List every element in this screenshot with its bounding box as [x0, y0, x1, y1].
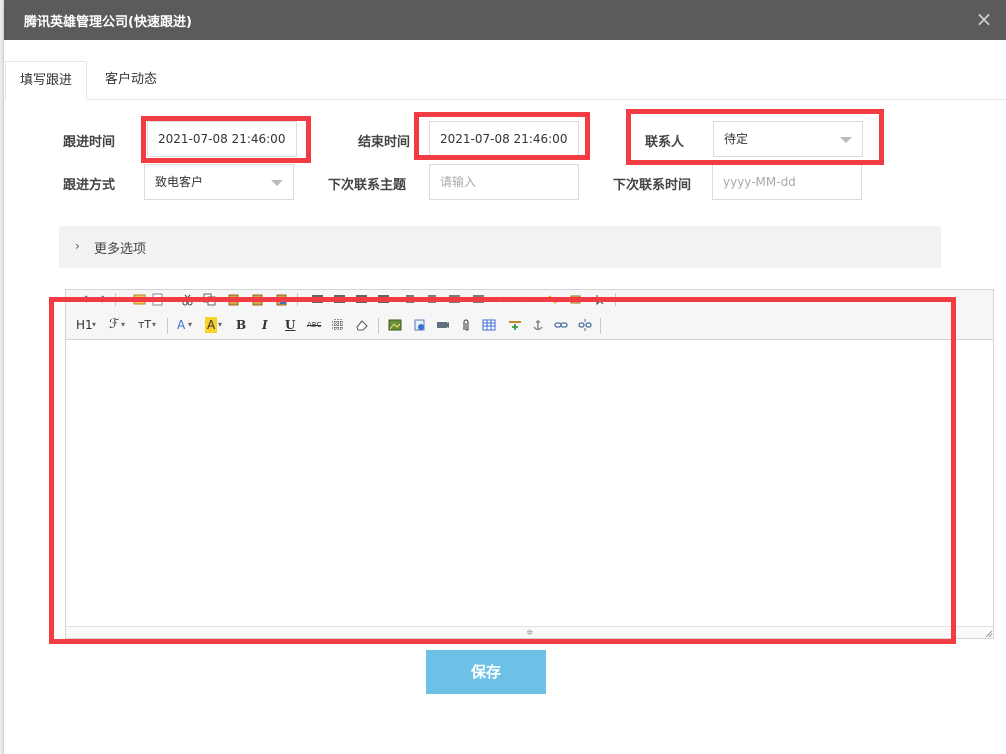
page: 腾讯英雄管理公司(快速跟进) × 填写跟进 客户动态 跟进时间 2021-07-…	[0, 0, 1006, 754]
follow-time-label: 跟进时间	[63, 135, 116, 150]
attachment-icon[interactable]	[459, 318, 473, 332]
unordered-list-icon[interactable]	[424, 293, 437, 306]
table-grid-icon[interactable]	[331, 318, 345, 332]
horizontal-rule-icon[interactable]	[508, 318, 522, 332]
contact-label: 联系人	[645, 135, 685, 150]
undo-icon[interactable]	[80, 293, 93, 306]
cut-icon[interactable]	[181, 293, 194, 306]
save-button[interactable]: 保存	[426, 650, 546, 694]
font-color-button[interactable]: A	[177, 317, 185, 333]
rich-text-editor: H1 ▾ ℱ ▾ ᴛT ▾ A ▾ A ▾ B I U ABC ≑	[65, 289, 994, 639]
source-icon[interactable]	[133, 293, 146, 306]
dialog-titlebar: 腾讯英雄管理公司(快速跟进) ×	[4, 0, 1006, 40]
redo-icon[interactable]	[96, 293, 109, 306]
more-options-bar[interactable]: › 更多选项	[59, 226, 941, 268]
insert-image-icon[interactable]	[388, 318, 402, 332]
format-painter-icon[interactable]	[546, 293, 559, 306]
outdent-icon[interactable]	[472, 293, 485, 306]
toolbar-separator	[115, 293, 116, 306]
follow-method-select-value: 致电客户	[155, 175, 204, 189]
next-time-label: 下次联系时间	[613, 178, 692, 193]
chevron-down-icon: ▾	[152, 320, 157, 329]
clear-format-icon[interactable]	[569, 293, 582, 306]
chevron-down-icon: ▾	[218, 320, 223, 329]
chevron-down-icon	[840, 137, 852, 143]
copy-icon[interactable]	[203, 293, 216, 306]
toolbar-separator	[167, 318, 168, 334]
font-size-button[interactable]: ᴛT	[138, 317, 151, 333]
close-icon[interactable]: ×	[974, 8, 994, 30]
end-time-label: 结束时间	[358, 135, 411, 150]
paste-word-icon[interactable]	[275, 293, 288, 306]
editor-toolbar-row-1	[66, 290, 993, 312]
next-subject-input[interactable]: 请输入	[429, 164, 579, 200]
follow-method-select[interactable]: 致电客户	[144, 164, 294, 200]
paste-text-icon[interactable]	[251, 293, 264, 306]
editor-content-area[interactable]	[66, 341, 993, 627]
underline-button[interactable]: U	[285, 317, 295, 333]
dialog-title: 腾讯英雄管理公司(快速跟进)	[24, 15, 192, 30]
unlink-icon[interactable]	[578, 318, 592, 332]
more-options-label: 更多选项	[94, 242, 147, 257]
insert-media-icon[interactable]	[436, 318, 450, 332]
anchor-icon[interactable]	[531, 318, 545, 332]
next-time-input[interactable]: yyyy-MM-dd	[712, 164, 862, 200]
chevron-down-icon	[271, 180, 283, 186]
toolbar-separator	[615, 293, 616, 306]
align-center-icon[interactable]	[333, 293, 346, 306]
toolbar-separator	[600, 318, 601, 334]
background-color-button[interactable]: A	[205, 317, 218, 333]
end-time-input[interactable]: 2021-07-08 21:46:00	[429, 121, 579, 157]
eraser-icon[interactable]	[355, 318, 369, 332]
toolbar-separator	[378, 318, 379, 334]
link-icon[interactable]	[554, 318, 568, 332]
strikethrough-button[interactable]: ABC	[307, 317, 321, 333]
chevron-down-icon: ▾	[121, 320, 126, 329]
quick-follow-dialog: 腾讯英雄管理公司(快速跟进) × 填写跟进 客户动态 跟进时间 2021-07-…	[4, 0, 1006, 754]
editor-toolbar-row-2: H1 ▾ ℱ ▾ ᴛT ▾ A ▾ A ▾ B I U ABC	[66, 312, 993, 340]
resize-corner-icon[interactable]	[983, 628, 993, 638]
superscript-icon[interactable]	[521, 293, 534, 306]
follow-time-input[interactable]: 2021-07-08 21:46:00	[147, 121, 297, 157]
paste-icon[interactable]	[227, 293, 240, 306]
heading-button[interactable]: H1	[76, 317, 93, 333]
insert-video-icon[interactable]	[413, 318, 427, 332]
bold-button[interactable]: B	[236, 317, 246, 333]
subscript-icon[interactable]	[501, 293, 514, 306]
resize-grip-icon[interactable]: ≑	[526, 628, 534, 638]
editor-statusbar: ≑	[66, 626, 993, 638]
align-right-icon[interactable]	[355, 293, 368, 306]
tab-bar: 填写跟进 客户动态	[4, 61, 1006, 100]
italic-button[interactable]: I	[262, 317, 268, 333]
tab-fill-follow-up[interactable]: 填写跟进	[5, 61, 88, 100]
select-all-icon[interactable]	[594, 293, 607, 306]
contact-select[interactable]: 待定	[713, 121, 863, 157]
align-left-icon[interactable]	[311, 293, 324, 306]
document-icon[interactable]	[151, 293, 164, 306]
contact-select-value: 待定	[724, 132, 749, 146]
next-subject-label: 下次联系主题	[328, 178, 407, 193]
ordered-list-icon[interactable]	[402, 293, 415, 306]
chevron-right-icon: ›	[75, 239, 80, 253]
font-family-button[interactable]: ℱ	[109, 317, 119, 333]
chevron-down-icon: ▾	[92, 320, 97, 329]
indent-icon[interactable]	[448, 293, 461, 306]
chevron-down-icon: ▾	[188, 320, 193, 329]
toolbar-separator	[297, 293, 298, 306]
align-justify-icon[interactable]	[377, 293, 390, 306]
follow-method-label: 跟进方式	[63, 178, 116, 193]
insert-table-icon[interactable]	[482, 318, 496, 332]
tab-customer-activity[interactable]: 客户动态	[91, 61, 171, 100]
